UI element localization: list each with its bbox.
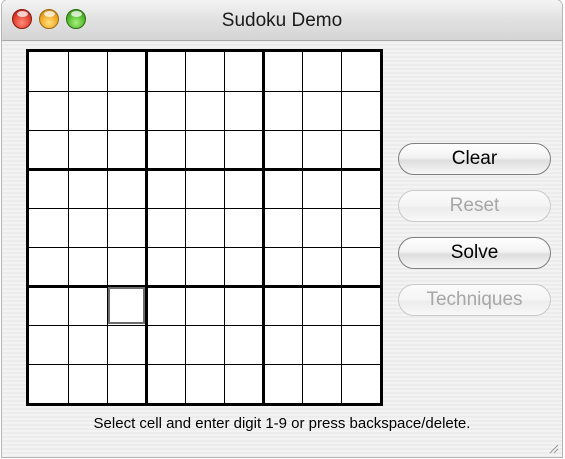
sudoku-cell[interactable] [30, 209, 67, 246]
sudoku-cell[interactable] [30, 92, 67, 129]
sudoku-cell[interactable] [225, 248, 262, 285]
sudoku-cell[interactable] [342, 209, 379, 246]
sudoku-cell[interactable] [303, 209, 340, 246]
sudoku-cell[interactable] [108, 365, 145, 402]
sudoku-cell[interactable] [264, 365, 301, 402]
sudoku-cell[interactable] [186, 53, 223, 90]
sudoku-cell[interactable] [147, 131, 184, 168]
sudoku-cell[interactable] [30, 248, 67, 285]
sudoku-cell[interactable] [69, 170, 106, 207]
sudoku-cell[interactable] [342, 326, 379, 363]
sudoku-cell[interactable] [69, 92, 106, 129]
sudoku-cell[interactable] [108, 326, 145, 363]
resize-grip-icon[interactable] [547, 442, 559, 454]
sudoku-cell[interactable] [264, 170, 301, 207]
sudoku-cell[interactable] [303, 365, 340, 402]
sudoku-cell[interactable] [225, 365, 262, 402]
sudoku-cell[interactable] [147, 92, 184, 129]
sudoku-cell[interactable] [186, 170, 223, 207]
sudoku-cell[interactable] [342, 248, 379, 285]
sudoku-cell[interactable] [30, 326, 67, 363]
sudoku-cell[interactable] [186, 92, 223, 129]
sudoku-cell[interactable] [108, 53, 145, 90]
sudoku-cell[interactable] [264, 326, 301, 363]
sudoku-cell[interactable] [147, 365, 184, 402]
techniques-button[interactable]: Techniques [398, 284, 551, 316]
sudoku-cell[interactable] [225, 170, 262, 207]
sudoku-cell[interactable] [225, 53, 262, 90]
reset-button[interactable]: Reset [398, 190, 551, 222]
sudoku-cell[interactable] [147, 170, 184, 207]
sudoku-cell[interactable] [186, 365, 223, 402]
sudoku-cell[interactable] [186, 326, 223, 363]
sudoku-cell[interactable] [147, 326, 184, 363]
sudoku-cell[interactable] [30, 287, 67, 324]
sudoku-cell[interactable] [264, 209, 301, 246]
sudoku-cell[interactable] [225, 92, 262, 129]
sudoku-cell[interactable] [303, 326, 340, 363]
sudoku-cell[interactable] [225, 326, 262, 363]
sudoku-cell[interactable] [264, 53, 301, 90]
sudoku-cell[interactable] [69, 287, 106, 324]
sudoku-cell[interactable] [303, 92, 340, 129]
sudoku-cell[interactable] [108, 170, 145, 207]
sudoku-cell[interactable] [147, 248, 184, 285]
sudoku-cell[interactable] [303, 131, 340, 168]
clear-button[interactable]: Clear [398, 143, 551, 175]
sudoku-cell[interactable] [225, 209, 262, 246]
status-message: Select cell and enter digit 1-9 or press… [93, 415, 471, 432]
sudoku-cell[interactable] [30, 53, 67, 90]
sudoku-cell[interactable] [303, 287, 340, 324]
sudoku-cell[interactable] [147, 53, 184, 90]
sudoku-cell[interactable] [342, 53, 379, 90]
sudoku-cell[interactable] [30, 170, 67, 207]
sudoku-cell[interactable] [30, 131, 67, 168]
sudoku-grid [26, 49, 383, 406]
sudoku-cell[interactable] [186, 248, 223, 285]
window-title: Sudoku Demo [221, 10, 343, 31]
sudoku-cell[interactable] [108, 131, 145, 168]
sudoku-cell[interactable] [186, 287, 223, 324]
sudoku-cell[interactable] [264, 131, 301, 168]
sudoku-cell[interactable] [264, 287, 301, 324]
sudoku-cell[interactable] [225, 131, 262, 168]
sudoku-cell[interactable] [69, 365, 106, 402]
sudoku-cell[interactable] [69, 53, 106, 90]
sudoku-cell[interactable] [186, 131, 223, 168]
sudoku-cell[interactable] [303, 248, 340, 285]
sudoku-cell[interactable] [225, 287, 262, 324]
sudoku-cell[interactable] [342, 170, 379, 207]
solve-button[interactable]: Solve [398, 237, 551, 269]
sudoku-cell[interactable] [342, 92, 379, 129]
sudoku-cell[interactable] [147, 287, 184, 324]
sudoku-cell[interactable] [30, 365, 67, 402]
sudoku-cell[interactable] [342, 131, 379, 168]
sudoku-cell[interactable] [69, 248, 106, 285]
sudoku-cell[interactable] [69, 326, 106, 363]
sudoku-cell[interactable] [69, 209, 106, 246]
sudoku-cell[interactable] [69, 131, 106, 168]
sudoku-cell[interactable] [108, 209, 145, 246]
title-bar[interactable]: Sudoku Demo [2, 0, 562, 41]
sudoku-cell[interactable] [264, 248, 301, 285]
sudoku-cell[interactable] [342, 365, 379, 402]
sudoku-cell[interactable] [186, 209, 223, 246]
sudoku-cell[interactable] [303, 170, 340, 207]
sudoku-cell[interactable] [264, 92, 301, 129]
selected-cell[interactable] [108, 287, 145, 324]
sudoku-cell[interactable] [108, 248, 145, 285]
sudoku-cell[interactable] [108, 92, 145, 129]
sudoku-cell[interactable] [303, 53, 340, 90]
sudoku-cell[interactable] [147, 209, 184, 246]
sudoku-cell[interactable] [342, 287, 379, 324]
app-window: Sudoku Demo Clear Reset Solve Techniques… [2, 0, 562, 457]
